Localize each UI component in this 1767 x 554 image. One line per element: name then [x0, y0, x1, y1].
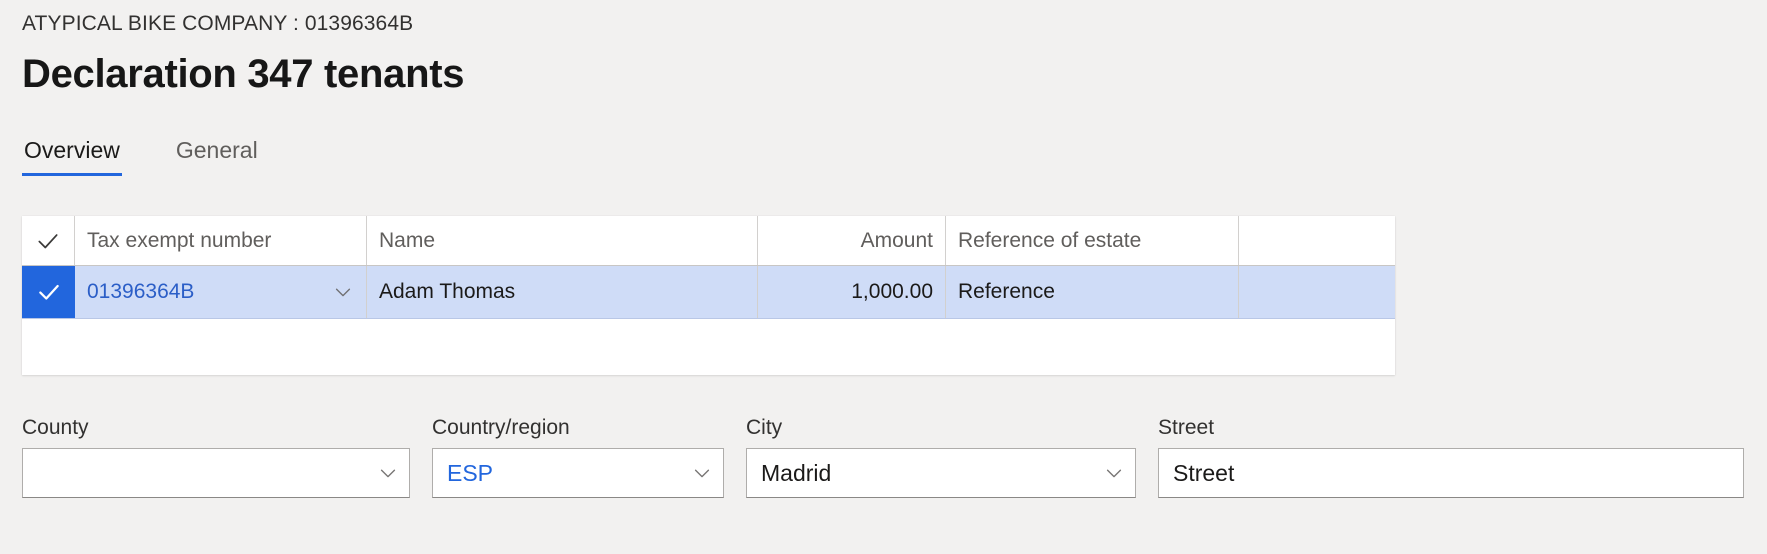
chevron-down-icon[interactable] — [332, 281, 354, 303]
breadcrumb: ATYPICAL BIKE COMPANY : 01396364B — [22, 12, 414, 35]
page-title: Declaration 347 tenants — [22, 52, 465, 96]
column-header-name[interactable]: Name — [367, 216, 758, 265]
field-county: County — [22, 416, 410, 498]
field-county-label: County — [22, 416, 89, 439]
city-input-value: Madrid — [761, 459, 832, 486]
cell-amount[interactable]: 1,000.00 — [758, 266, 946, 318]
checkmark-icon — [38, 284, 59, 300]
cell-filler — [1239, 266, 1395, 318]
chevron-down-icon[interactable] — [377, 462, 399, 484]
country-region-input[interactable]: ESP — [432, 448, 724, 498]
grid-empty-area — [22, 319, 1395, 373]
tenants-grid: Tax exempt number Name Amount Reference … — [22, 216, 1395, 375]
tab-general[interactable]: General — [174, 133, 260, 176]
street-input-value: Street — [1173, 459, 1235, 486]
field-country-region-label: Country/region — [432, 416, 570, 439]
declaration-347-tenants-page: ATYPICAL BIKE COMPANY : 01396364B Declar… — [0, 0, 1767, 554]
grid-header-row: Tax exempt number Name Amount Reference … — [22, 216, 1395, 266]
cell-reference-of-estate[interactable]: Reference — [946, 266, 1239, 318]
cell-tax-exempt-number-value: 01396364B — [87, 280, 195, 303]
county-input[interactable] — [22, 448, 410, 498]
field-street: Street Street — [1158, 416, 1744, 498]
checkmark-icon — [38, 233, 58, 248]
field-city-label: City — [746, 416, 783, 439]
field-street-label: Street — [1158, 416, 1215, 439]
field-country-region: Country/region ESP — [432, 416, 724, 498]
tab-overview[interactable]: Overview — [22, 133, 122, 176]
address-form-row: County Country/region ESP City Madrid St… — [22, 416, 1766, 498]
column-header-reference-of-estate[interactable]: Reference of estate — [946, 216, 1239, 265]
city-input[interactable]: Madrid — [746, 448, 1136, 498]
chevron-down-icon[interactable] — [1103, 462, 1125, 484]
table-row[interactable]: 01396364B Adam Thomas 1,000.00 Reference — [22, 266, 1395, 319]
field-city: City Madrid — [746, 416, 1136, 498]
select-all-header-cell[interactable] — [22, 216, 75, 265]
chevron-down-icon[interactable] — [691, 462, 713, 484]
cell-tax-exempt-number[interactable]: 01396364B — [75, 266, 367, 318]
tabstrip: Overview General — [22, 133, 312, 176]
street-input[interactable]: Street — [1158, 448, 1744, 498]
country-region-input-value: ESP — [447, 459, 494, 486]
column-header-amount[interactable]: Amount — [758, 216, 946, 265]
row-select-checkbox[interactable] — [22, 266, 75, 318]
column-header-tax-exempt-number[interactable]: Tax exempt number — [75, 216, 367, 265]
column-header-filler — [1239, 216, 1395, 265]
cell-name[interactable]: Adam Thomas — [367, 266, 758, 318]
